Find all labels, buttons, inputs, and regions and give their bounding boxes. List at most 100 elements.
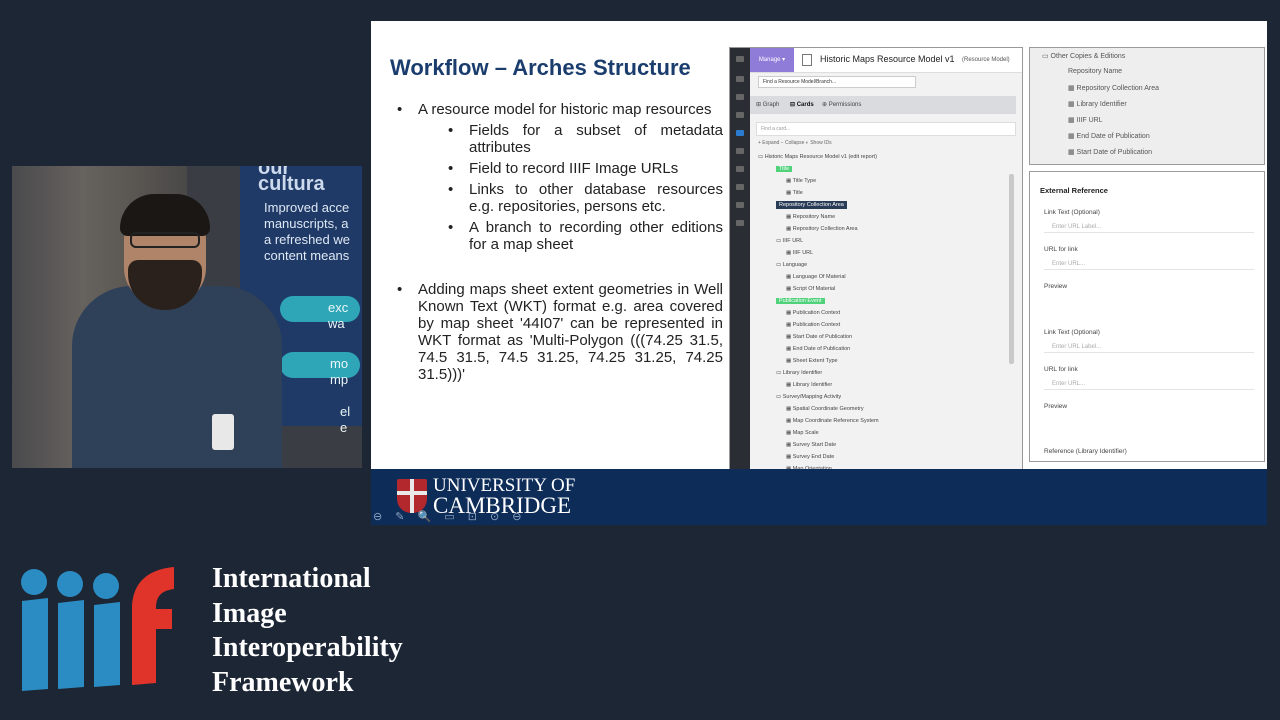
logo-line: Image [212,597,287,629]
tree-node[interactable]: ▦ Title [786,190,803,196]
sub-bullet-item: A branch to recording other editions for… [448,219,723,253]
sidebar-home-icon[interactable] [736,56,744,62]
tree-node-label: Repository Collection Area [776,201,847,209]
speaker-camera: our cultura Improved acce manuscripts, a… [12,166,362,468]
logo-bar [22,598,48,691]
logo-bar [94,602,120,687]
find-model-select[interactable]: Find a Resource Model/Branch... [758,76,916,88]
tree-node[interactable]: ▭ Language [776,262,807,268]
sub-bullet-item: Fields for a subset of metadata attribut… [448,122,723,156]
iiif-logo-icon [21,567,174,691]
card-filter-input[interactable]: Find a card... [756,122,1016,136]
tree-node[interactable]: ▦ Script Of Material [786,286,835,292]
tree-node[interactable]: ▦ IIIF URL [786,250,813,256]
panel-tree-node[interactable]: ▦ Start Date of Publication [1068,148,1152,156]
link-text-input[interactable]: Enter URL Label... [1044,341,1254,353]
url-input[interactable]: Enter URL... [1044,258,1254,270]
logo-dot [21,569,47,595]
sub-bullet-item: Links to other database resources e.g. r… [448,181,723,215]
sidebar-search-icon[interactable] [736,94,744,100]
poster-pill-text: wa [328,316,345,331]
tree-node[interactable]: ▦ Publication Context [786,322,840,328]
sidebar-icon[interactable] [736,184,744,190]
tree-node[interactable]: Repository Collection Area [776,201,847,209]
logo-line: International [212,563,371,594]
panel-tree-node[interactable]: ▦ End Date of Publication [1068,132,1150,140]
poster-pill-text: e [340,420,348,435]
sidebar-icon[interactable] [736,112,744,118]
tree-node-label: ▭ IIIF URL [776,238,804,244]
tree-node-label: ▦ Repository Collection Area [786,226,858,232]
tree-node[interactable]: ▭ IIIF URL [776,238,803,244]
tree-node[interactable]: Publication Event [776,298,825,304]
tree-node-label: ▭ Survey/Mapping Activity [776,394,842,400]
speaker-body [72,286,282,468]
poster-pill-text: el [340,404,351,419]
logo-dot [57,571,83,597]
model-subtitle: (Resource Model) [962,57,1010,63]
tree-node-label: ▦ Map Coordinate Reference System [786,418,879,424]
tree-node-label: ▦ Title Type [786,178,817,184]
poster-line: content means [264,248,350,263]
tree-node-label: ▦ Map Scale [786,430,819,436]
tree-node[interactable]: ▦ Start Date of Publication [786,334,852,340]
tree-node[interactable]: ▭ Library Identifier [776,370,822,376]
sub-bullet-item: Field to record IIIF Image URLs [448,160,723,177]
tree-node[interactable]: ▦ Publication Context [786,310,840,316]
nodes-panel: ▭ Other Copies & Editions Repository Name… [1029,47,1265,165]
tab-cards[interactable]: ⊟ Cards [790,101,814,108]
link-text-input[interactable]: Enter URL Label... [1044,221,1254,233]
panel-tree-node[interactable]: ▦ Library Identifier [1068,100,1127,108]
sidebar-icon[interactable] [736,166,744,172]
tree-node-label: ▦ Title [786,190,803,196]
sidebar-icon[interactable] [736,76,744,82]
slide-navigation-tools[interactable]: ⊖ ✎ 🔍 ▭ ⊡ ⊙ ⊖ [373,510,527,523]
tree-node[interactable]: ▦ Language Of Material [786,274,846,280]
tree-node-label: ▦ Spatial Coordinate Geometry [786,406,864,412]
tree-node-label: ▦ Survey End Date [786,454,835,460]
tree-node[interactable]: ▦ Title Type [786,178,816,184]
tab-permissions[interactable]: ⊕ Permissions [822,101,861,108]
tree-node[interactable]: ▦ End Date of Publication [786,346,850,352]
panel-tree-node[interactable]: ▦ Repository Collection Area [1068,84,1159,92]
manage-button[interactable]: Manage ▾ [750,48,794,72]
tree-node[interactable]: ▦ Sheet Extent Type [786,358,838,364]
panel-tree-node[interactable]: Repository Name [1068,68,1122,75]
model-title: Historic Maps Resource Model v1 [820,54,955,64]
tree-node-label: ▦ IIIF URL [786,250,814,256]
field-label: URL for link [1044,366,1078,373]
university-crest-icon [397,479,427,513]
tree-scrollbar[interactable] [1009,174,1014,364]
tree-node-label: ▦ Start Date of Publication [786,334,853,340]
tree-node-label: ▦ End Date of Publication [786,346,851,352]
panel-tree-node[interactable]: ▦ IIIF URL [1068,116,1103,124]
tree-node[interactable]: ▦ Spatial Coordinate Geometry [786,406,864,412]
tree-node-label: ▦ Survey Start Date [786,442,837,448]
tree-node[interactable]: ▦ Repository Name [786,214,835,220]
sidebar-icon[interactable] [736,220,744,226]
sidebar-icon[interactable] [736,202,744,208]
tab-graph[interactable]: ⊞ Graph [756,101,779,108]
tree-node[interactable]: ▭ Survey/Mapping Activity [776,394,841,400]
sidebar-bookmark-icon[interactable] [736,130,744,136]
sidebar-icon[interactable] [736,148,744,154]
panel-tree-node[interactable]: ▭ Other Copies & Editions [1042,52,1125,60]
field-label: Reference (Library Identifier) [1044,448,1127,455]
field-label: Preview [1044,403,1068,410]
tree-node-label: ▦ Repository Name [786,214,836,220]
tree-node[interactable]: ▦ Map Scale [786,430,819,436]
tree-node[interactable]: Title [776,166,793,172]
url-input[interactable]: Enter URL... [1044,378,1254,390]
field-label: Link Text (Optional) [1044,329,1100,336]
logo-f [132,567,174,685]
tree-node[interactable]: ▭ Historic Maps Resource Model v1 (edit … [758,154,877,160]
poster-pill-text: mo [330,356,349,371]
poster-line: Improved acce [264,200,350,215]
bullet-item: A resource model for historic map resour… [397,101,723,118]
tree-node[interactable]: ▦ Library Identifier [786,382,832,388]
tree-node[interactable]: ▦ Map Coordinate Reference System [786,418,879,424]
tree-tools[interactable]: + Expand − Collapse ◐ Show IDs [758,140,832,146]
tree-node[interactable]: ▦ Survey End Date [786,454,834,460]
tree-node[interactable]: ▦ Survey Start Date [786,442,836,448]
tree-node[interactable]: ▦ Repository Collection Area [786,226,858,232]
